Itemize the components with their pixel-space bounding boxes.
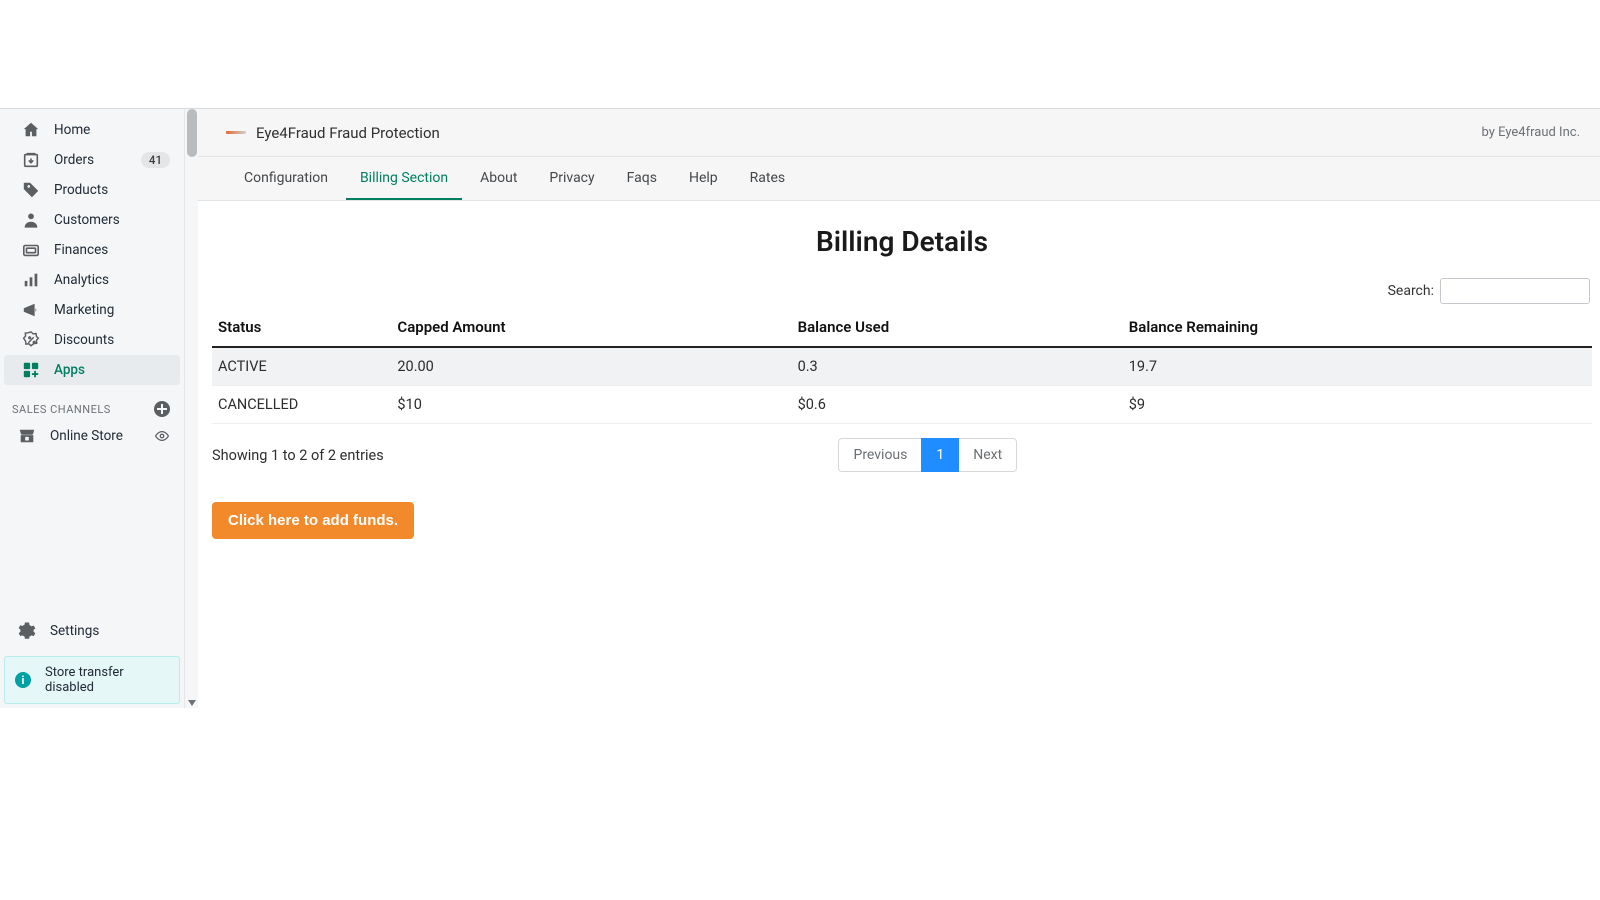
sidebar-item-settings[interactable]: Settings — [0, 614, 184, 648]
cell-capped: $10 — [391, 386, 791, 424]
tab-label: Help — [689, 170, 718, 186]
sidebar-item-finances[interactable]: Finances — [4, 235, 180, 265]
sidebar-item-label: Products — [54, 182, 108, 198]
info-icon: i — [15, 672, 31, 688]
tab-label: Faqs — [627, 170, 657, 186]
app-title: Eye4Fraud Fraud Protection — [256, 124, 440, 142]
tab-label: About — [480, 170, 517, 186]
col-balance-used[interactable]: Balance Used — [792, 310, 1123, 347]
tab-about[interactable]: About — [466, 157, 531, 200]
app-body: Home Orders 41 Products Customers — [0, 108, 1600, 708]
view-store-icon[interactable] — [154, 428, 170, 444]
sidebar-item-label: Apps — [54, 362, 85, 378]
table-row: CANCELLED $10 $0.6 $9 — [212, 386, 1592, 424]
sidebar-item-label: Marketing — [54, 302, 114, 318]
tab-label: Rates — [750, 170, 785, 186]
search-row: Search: — [212, 278, 1592, 304]
app-logo-icon — [226, 131, 246, 134]
sidebar-item-products[interactable]: Products — [4, 175, 180, 205]
billing-content: Billing Details Search: Status Capped Am… — [198, 201, 1600, 708]
sidebar-scrollbar[interactable] — [184, 109, 198, 708]
col-balance-remaining[interactable]: Balance Remaining — [1123, 310, 1592, 347]
sales-channels-header: SALES CHANNELS — [0, 385, 184, 421]
tab-label: Privacy — [549, 170, 594, 186]
section-title: SALES CHANNELS — [12, 403, 111, 416]
page-title: Billing Details — [212, 225, 1592, 258]
sidebar: Home Orders 41 Products Customers — [0, 109, 184, 708]
orders-icon — [22, 151, 40, 169]
add-funds-button[interactable]: Click here to add funds. — [212, 502, 414, 539]
tab-bar: Configuration Billing Section About Priv… — [198, 157, 1600, 201]
tab-rates[interactable]: Rates — [736, 157, 799, 200]
app-header: Eye4Fraud Fraud Protection by Eye4fraud … — [198, 109, 1600, 157]
gear-icon — [18, 622, 36, 640]
cell-used: $0.6 — [792, 386, 1123, 424]
top-blank-area — [0, 0, 1600, 108]
cell-status: ACTIVE — [212, 347, 391, 386]
finances-icon — [22, 241, 40, 259]
entries-info: Showing 1 to 2 of 2 entries — [212, 447, 384, 464]
notice-text: Store transfer disabled — [45, 665, 169, 695]
tab-privacy[interactable]: Privacy — [535, 157, 608, 200]
sidebar-item-apps[interactable]: Apps — [4, 355, 180, 385]
sidebar-item-orders[interactable]: Orders 41 — [4, 145, 180, 175]
tab-help[interactable]: Help — [675, 157, 732, 200]
cell-remaining: $9 — [1123, 386, 1592, 424]
sidebar-item-marketing[interactable]: Marketing — [4, 295, 180, 325]
app-byline: by Eye4fraud Inc. — [1481, 125, 1580, 140]
scrollbar-down-arrow-icon[interactable] — [188, 700, 196, 706]
tab-configuration[interactable]: Configuration — [230, 157, 342, 200]
sidebar-item-discounts[interactable]: Discounts — [4, 325, 180, 355]
sidebar-footer: Settings i Store transfer disabled — [0, 614, 184, 708]
sidebar-item-label: Discounts — [54, 332, 114, 348]
pager-previous-button[interactable]: Previous — [838, 438, 921, 472]
col-status[interactable]: Status — [212, 310, 391, 347]
cell-status: CANCELLED — [212, 386, 391, 424]
table-header-row: Status Capped Amount Balance Used Balanc… — [212, 310, 1592, 347]
nav-list: Home Orders 41 Products Customers — [0, 109, 184, 385]
sidebar-item-home[interactable]: Home — [4, 115, 180, 145]
analytics-icon — [22, 271, 40, 289]
sidebar-item-analytics[interactable]: Analytics — [4, 265, 180, 295]
tag-icon — [22, 181, 40, 199]
pager-page-1[interactable]: 1 — [921, 438, 959, 472]
sidebar-item-label: Orders — [54, 152, 94, 168]
sidebar-item-label: Customers — [54, 212, 120, 228]
cell-remaining: 19.7 — [1123, 347, 1592, 386]
settings-label: Settings — [50, 623, 99, 639]
tab-faqs[interactable]: Faqs — [613, 157, 671, 200]
channel-label: Online Store — [50, 428, 123, 444]
col-capped-amount[interactable]: Capped Amount — [391, 310, 791, 347]
person-icon — [22, 211, 40, 229]
add-channel-button[interactable] — [154, 401, 170, 417]
channel-online-store[interactable]: Online Store — [0, 421, 184, 451]
store-transfer-notice: i Store transfer disabled — [4, 656, 180, 704]
sidebar-item-label: Analytics — [54, 272, 109, 288]
discount-icon — [22, 331, 40, 349]
billing-table: Status Capped Amount Balance Used Balanc… — [212, 310, 1592, 424]
megaphone-icon — [22, 301, 40, 319]
tab-billing-section[interactable]: Billing Section — [346, 157, 462, 200]
apps-icon — [22, 361, 40, 379]
tab-label: Configuration — [244, 170, 328, 186]
pager-next-button[interactable]: Next — [959, 438, 1017, 472]
cell-used: 0.3 — [792, 347, 1123, 386]
cell-capped: 20.00 — [391, 347, 791, 386]
sidebar-item-label: Home — [54, 122, 90, 138]
home-icon — [22, 121, 40, 139]
sidebar-item-customers[interactable]: Customers — [4, 205, 180, 235]
store-icon — [18, 427, 36, 445]
tab-label: Billing Section — [360, 170, 448, 186]
main-content: Eye4Fraud Fraud Protection by Eye4fraud … — [198, 109, 1600, 708]
sidebar-item-label: Finances — [54, 242, 108, 258]
orders-badge: 41 — [141, 152, 170, 168]
scrollbar-thumb[interactable] — [187, 109, 197, 157]
table-footer: Showing 1 to 2 of 2 entries Previous 1 N… — [212, 438, 1592, 472]
table-row: ACTIVE 20.00 0.3 19.7 — [212, 347, 1592, 386]
search-input[interactable] — [1440, 278, 1590, 304]
pager: Previous 1 Next — [838, 438, 1017, 472]
search-label: Search: — [1388, 283, 1434, 299]
